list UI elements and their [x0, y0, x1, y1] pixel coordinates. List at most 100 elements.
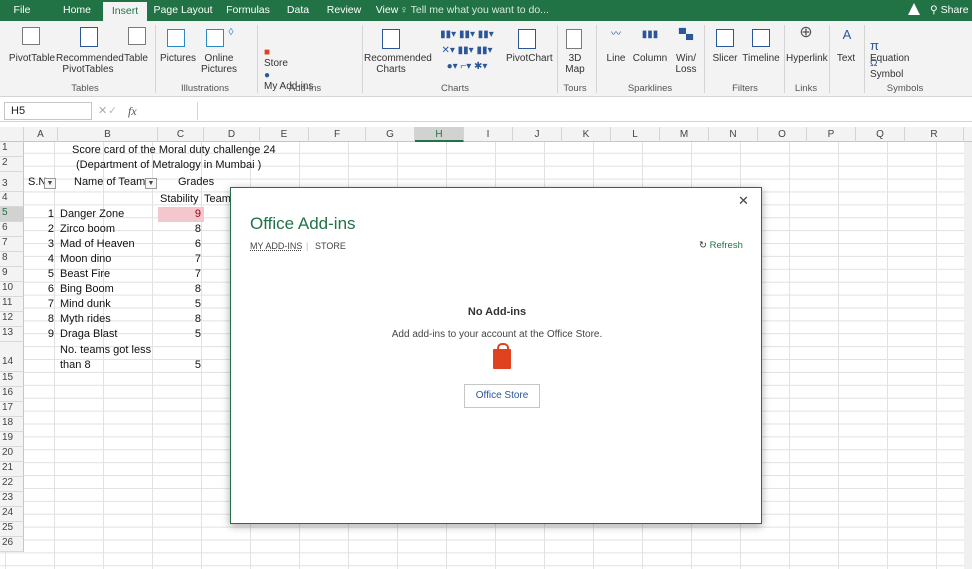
column-header[interactable]: O: [758, 127, 807, 142]
team-name[interactable]: Moon dino: [60, 252, 111, 267]
column-header[interactable]: L: [611, 127, 660, 142]
team-number[interactable]: 6: [30, 282, 54, 297]
column-header[interactable]: I: [464, 127, 513, 142]
team-name[interactable]: Bing Boom: [60, 282, 114, 297]
vertical-scrollbar[interactable]: [964, 142, 972, 569]
team-number[interactable]: 7: [30, 297, 54, 312]
tab-page-layout[interactable]: Page Layout: [150, 0, 216, 21]
share-button[interactable]: ⚲ Share: [930, 0, 969, 21]
header-team-name[interactable]: Name of Team: [74, 175, 145, 190]
map3d-button[interactable]: 3D Map: [560, 53, 590, 75]
team-number[interactable]: 1: [30, 207, 54, 222]
row-header[interactable]: 4: [0, 192, 24, 207]
row-header[interactable]: 24: [0, 507, 24, 522]
tab-view[interactable]: View: [372, 0, 402, 21]
column-header[interactable]: E: [260, 127, 309, 142]
subtitle-cell[interactable]: (Department of Metralogy in Mumbai ): [76, 158, 261, 173]
row-header[interactable]: 13: [0, 327, 24, 342]
slicer-button[interactable]: Slicer: [708, 53, 742, 64]
chart-types-icons[interactable]: ▮▮▾ ▮▮▾ ▮▮▾ ✕▾ ▮▮▾ ▮▮▾ ●▾ ⌐▾ ✱▾: [432, 27, 502, 75]
pivottable-button[interactable]: PivotTable: [8, 53, 56, 64]
team-score[interactable]: 7: [158, 252, 201, 267]
row-header[interactable]: 18: [0, 417, 24, 432]
row-header[interactable]: 19: [0, 432, 24, 447]
team-name[interactable]: Myth rides: [60, 312, 111, 327]
row-header[interactable]: 15: [0, 372, 24, 387]
row-header[interactable]: 9: [0, 267, 24, 282]
team-number[interactable]: 2: [30, 222, 54, 237]
column-header[interactable]: C: [158, 127, 204, 142]
tab-store[interactable]: STORE: [315, 241, 346, 251]
fx-icon[interactable]: fx: [128, 100, 137, 122]
team-score[interactable]: 5: [158, 327, 201, 342]
filter-dropdown-icon[interactable]: ▼: [44, 178, 56, 189]
column-header[interactable]: B: [58, 127, 158, 142]
symbol-button[interactable]: Ω Symbol: [870, 47, 930, 80]
row-header[interactable]: 7: [0, 237, 24, 252]
column-header[interactable]: D: [204, 127, 260, 142]
team-number[interactable]: 8: [30, 312, 54, 327]
column-header[interactable]: P: [807, 127, 856, 142]
team-number[interactable]: 3: [30, 237, 54, 252]
refresh-button[interactable]: ↻ Refresh: [699, 240, 743, 251]
close-icon[interactable]: ✕: [738, 193, 749, 209]
online-pictures-button[interactable]: Online Pictures: [198, 53, 240, 75]
column-header[interactable]: A: [24, 127, 58, 142]
recommended-pivottables-button[interactable]: Recommended PivotTables: [56, 53, 124, 75]
winloss-sparkline-button[interactable]: Win/ Loss: [672, 53, 700, 75]
team-name[interactable]: Mad of Heaven: [60, 237, 135, 252]
team-name[interactable]: Mind dunk: [60, 297, 111, 312]
team-name[interactable]: Draga Blast: [60, 327, 117, 342]
row-header[interactable]: 23: [0, 492, 24, 507]
column-header[interactable]: N: [709, 127, 758, 142]
row-header[interactable]: 3: [0, 172, 24, 192]
team-number[interactable]: 5: [30, 267, 54, 282]
header-grades[interactable]: Grades: [178, 175, 214, 190]
formula-input[interactable]: [197, 102, 972, 120]
hyperlink-button[interactable]: Hyperlink: [786, 53, 828, 64]
tab-my-addins[interactable]: MY ADD-INS: [250, 241, 302, 251]
team-score[interactable]: 8: [158, 312, 201, 327]
row-header-selected[interactable]: 5: [0, 207, 24, 222]
column-sparkline-button[interactable]: Column: [630, 53, 670, 64]
team-name[interactable]: Danger Zone: [60, 207, 124, 222]
timeline-button[interactable]: Timeline: [740, 53, 782, 64]
column-header[interactable]: J: [513, 127, 562, 142]
tell-me-box[interactable]: ♀ Tell me what you want to do...: [400, 0, 549, 21]
row-header[interactable]: 22: [0, 477, 24, 492]
team-score[interactable]: 7: [158, 267, 201, 282]
tab-formulas[interactable]: Formulas: [220, 0, 276, 21]
header-stability[interactable]: Stability: [160, 192, 199, 207]
row-header[interactable]: 10: [0, 282, 24, 297]
row-header[interactable]: 2: [0, 157, 24, 172]
column-header[interactable]: K: [562, 127, 611, 142]
team-name[interactable]: Beast Fire: [60, 267, 110, 282]
recommended-charts-button[interactable]: Recommended Charts: [364, 53, 432, 75]
text-button[interactable]: Text: [832, 53, 860, 64]
row-header[interactable]: 26: [0, 537, 24, 552]
team-score[interactable]: 5: [158, 297, 201, 312]
row-header[interactable]: 17: [0, 402, 24, 417]
team-score[interactable]: 8: [158, 222, 201, 237]
name-box[interactable]: H5: [4, 102, 92, 120]
row-header[interactable]: 16: [0, 387, 24, 402]
row-header[interactable]: 6: [0, 222, 24, 237]
column-header[interactable]: F: [309, 127, 366, 142]
filter-dropdown-icon[interactable]: ▼: [145, 178, 157, 189]
tab-home[interactable]: Home: [54, 0, 100, 21]
team-name[interactable]: Zirco boom: [60, 222, 115, 237]
summary-value[interactable]: 5: [158, 358, 201, 373]
team-score[interactable]: 8: [158, 282, 201, 297]
row-header[interactable]: 1: [0, 142, 24, 157]
table-button[interactable]: Table: [120, 53, 152, 64]
row-header[interactable]: 12: [0, 312, 24, 327]
tab-insert[interactable]: Insert: [103, 2, 147, 21]
column-header[interactable]: G: [366, 127, 415, 142]
tab-review[interactable]: Review: [322, 0, 366, 21]
cancel-icon[interactable]: ✕: [98, 100, 107, 122]
column-header[interactable]: R: [905, 127, 964, 142]
warning-icon[interactable]: [908, 3, 920, 15]
tab-file[interactable]: File: [0, 0, 44, 21]
team-score[interactable]: 9: [158, 207, 201, 222]
column-header-selected[interactable]: H: [415, 127, 464, 142]
